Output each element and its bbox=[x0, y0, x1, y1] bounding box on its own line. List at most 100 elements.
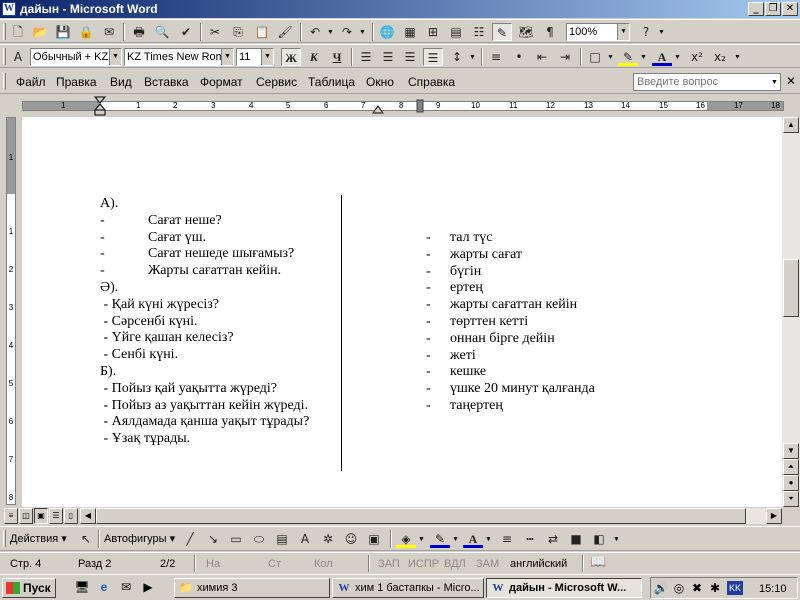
permission-icon[interactable]: 🔒 bbox=[76, 23, 96, 41]
scroll-left-icon[interactable]: ◀ bbox=[80, 508, 96, 524]
document-page[interactable]: А). - Сағат неше? - Сағат үш. - Сағат нешед… bbox=[22, 117, 782, 507]
bold-button[interactable]: Ж bbox=[281, 48, 301, 66]
undo-icon[interactable]: ↶ bbox=[305, 23, 325, 41]
outlook-icon[interactable]: ✉ bbox=[118, 579, 134, 595]
ask-dropdown-icon[interactable]: ▼ bbox=[771, 79, 778, 87]
reading-layout-icon[interactable]: ▯ bbox=[64, 508, 78, 524]
menu-tools[interactable]: Сервис bbox=[256, 75, 297, 89]
save-icon[interactable]: 💾 bbox=[53, 23, 73, 41]
status-record[interactable]: ЗАП bbox=[378, 557, 400, 571]
font-color-draw-dropdown-icon[interactable]: ▼ bbox=[485, 536, 492, 544]
help-icon[interactable]: ? bbox=[636, 23, 656, 41]
select-browse-object-icon[interactable]: ● bbox=[783, 475, 799, 491]
dash-style-icon[interactable]: ┅ bbox=[520, 530, 540, 548]
taskbar-button-folder[interactable]: 📁 химия 3 bbox=[174, 578, 330, 598]
toolbar-options-icon[interactable]: ▼ bbox=[613, 536, 620, 544]
redo-dropdown-icon[interactable]: ▼ bbox=[359, 29, 366, 37]
superscript-icon[interactable]: x² bbox=[687, 48, 707, 66]
menu-table[interactable]: Таблица bbox=[308, 75, 355, 89]
ask-question-input[interactable]: Введите вопрос bbox=[633, 73, 781, 91]
align-left-icon[interactable]: ☰ bbox=[356, 48, 376, 66]
scroll-up-icon[interactable]: ▲ bbox=[783, 117, 799, 133]
borders-icon[interactable]: □ bbox=[585, 48, 605, 66]
outline-view-icon[interactable]: ☰ bbox=[49, 508, 63, 524]
line-color-dropdown-icon[interactable]: ▼ bbox=[452, 536, 459, 544]
show-desktop-icon[interactable]: 🖥 bbox=[74, 579, 90, 595]
print-icon[interactable]: 🖶 bbox=[129, 23, 149, 41]
italic-button[interactable]: К bbox=[304, 48, 324, 66]
email-icon[interactable]: ✉ bbox=[99, 23, 119, 41]
fill-color-icon[interactable]: ◈ bbox=[396, 530, 416, 548]
decrease-indent-icon[interactable]: ⇤ bbox=[532, 48, 552, 66]
menu-window[interactable]: Окно bbox=[366, 75, 394, 89]
font-color-icon[interactable]: A bbox=[652, 48, 672, 66]
zoom-combo[interactable]: 100% ▼ bbox=[566, 23, 630, 41]
menu-insert[interactable]: Вставка bbox=[144, 75, 189, 89]
new-document-icon[interactable]: 🗋 bbox=[8, 23, 28, 41]
wordart-icon[interactable]: A bbox=[295, 530, 315, 548]
font-color-dropdown-icon[interactable]: ▼ bbox=[674, 54, 681, 62]
clip-art-icon[interactable]: ☺ bbox=[341, 530, 361, 548]
underline-button[interactable]: Ч bbox=[327, 48, 347, 66]
internet-explorer-icon[interactable]: e bbox=[96, 579, 112, 595]
align-center-icon[interactable]: ☰ bbox=[378, 48, 398, 66]
increase-indent-icon[interactable]: ⇥ bbox=[555, 48, 575, 66]
style-combo[interactable]: Обычный + KZ ▼ bbox=[30, 48, 122, 66]
menu-help[interactable]: Справка bbox=[408, 75, 455, 89]
vertical-scrollbar[interactable]: ▲ ▼ ⏶ ● ⏷ bbox=[782, 117, 800, 507]
scroll-thumb[interactable] bbox=[783, 259, 799, 317]
cut-icon[interactable]: ✂ bbox=[205, 23, 225, 41]
draw-actions-menu[interactable]: Действия ▾ bbox=[10, 532, 67, 546]
shadow-style-icon[interactable]: ■ bbox=[566, 530, 586, 548]
prev-page-icon[interactable]: ⏶ bbox=[783, 459, 799, 475]
language-indicator[interactable]: KK bbox=[727, 581, 743, 595]
doc-close-icon[interactable]: ✕ bbox=[786, 74, 796, 88]
select-objects-icon[interactable]: ↖ bbox=[76, 530, 96, 548]
insert-table-icon[interactable]: ⊞ bbox=[423, 23, 443, 41]
spelling-icon[interactable]: ✔ bbox=[176, 23, 196, 41]
diagram-icon[interactable]: ✲ bbox=[318, 530, 338, 548]
undo-dropdown-icon[interactable]: ▼ bbox=[327, 29, 334, 37]
chevron-down-icon[interactable]: ▼ bbox=[109, 49, 121, 65]
line-spacing-dropdown-icon[interactable]: ▼ bbox=[469, 54, 476, 62]
tables-borders-icon[interactable]: ▦ bbox=[400, 23, 420, 41]
redo-icon[interactable]: ↷ bbox=[337, 23, 357, 41]
scroll-down-icon[interactable]: ▼ bbox=[783, 443, 799, 459]
columns-icon[interactable]: ☷ bbox=[469, 23, 489, 41]
spelling-status-icon[interactable]: 📖 bbox=[590, 555, 606, 569]
line-spacing-icon[interactable]: ↕ bbox=[447, 48, 467, 66]
line-style-icon[interactable]: ≡ bbox=[497, 530, 517, 548]
bug-icon[interactable]: ✱ bbox=[707, 580, 723, 596]
status-extend[interactable]: ВДЛ bbox=[444, 557, 466, 571]
column-divider-marker[interactable] bbox=[416, 96, 424, 116]
maximize-button[interactable]: ❐ bbox=[765, 2, 781, 16]
web-layout-icon[interactable]: ◫ bbox=[19, 508, 33, 524]
start-button[interactable]: Пуск bbox=[2, 578, 56, 598]
format-painter-icon[interactable]: 🖌 bbox=[275, 23, 295, 41]
menu-edit[interactable]: Правка bbox=[56, 75, 97, 89]
subscript-icon[interactable]: x₂ bbox=[710, 48, 730, 66]
oval-tool-icon[interactable]: ⬭ bbox=[249, 530, 269, 548]
clock[interactable]: 15:10 bbox=[759, 582, 787, 596]
document-map-icon[interactable]: 🗺 bbox=[516, 23, 536, 41]
highlight-dropdown-icon[interactable]: ▼ bbox=[640, 54, 647, 62]
open-folder-icon[interactable]: 📂 bbox=[30, 23, 50, 41]
borders-dropdown-icon[interactable]: ▼ bbox=[607, 54, 614, 62]
vertical-ruler[interactable]: 1 1 2 3 4 5 6 7 8 bbox=[0, 117, 22, 507]
antivirus-icon[interactable]: ✖ bbox=[689, 580, 705, 596]
show-hide-marks-icon[interactable]: ¶ bbox=[540, 23, 560, 41]
toolbar-grip[interactable] bbox=[3, 530, 6, 547]
normal-view-icon[interactable]: ≡ bbox=[4, 508, 18, 524]
menu-view[interactable]: Вид bbox=[110, 75, 132, 89]
toolbar-options-icon[interactable]: ▼ bbox=[658, 29, 665, 37]
horizontal-scrollbar[interactable]: ≡ ◫ ▣ ☰ ▯ ◀ ▶ bbox=[0, 507, 800, 525]
toolbar-grip[interactable] bbox=[3, 48, 6, 65]
status-language[interactable]: английский bbox=[510, 557, 567, 571]
horizontal-scroll-track[interactable] bbox=[96, 508, 766, 524]
menu-grip[interactable] bbox=[3, 73, 6, 90]
minimize-button[interactable]: _ bbox=[748, 2, 764, 16]
insert-picture-icon[interactable]: ▣ bbox=[364, 530, 384, 548]
network-icon[interactable]: ◎ bbox=[671, 580, 687, 596]
arrow-style-icon[interactable]: ⇄ bbox=[543, 530, 563, 548]
highlight-icon[interactable]: ✎ bbox=[618, 48, 638, 66]
